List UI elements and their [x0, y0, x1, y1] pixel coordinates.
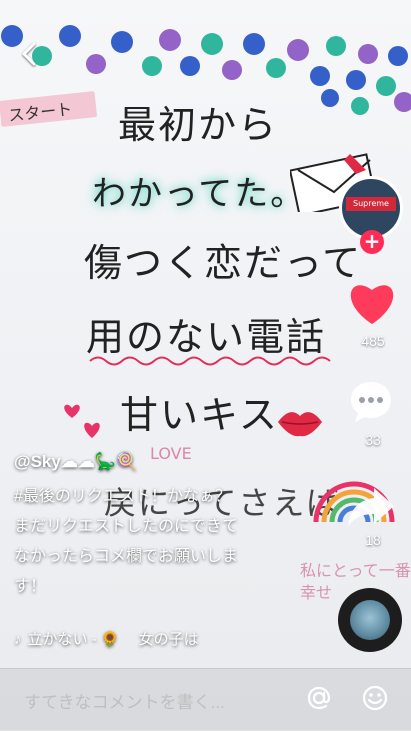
wavy-underline-decoration	[89, 356, 331, 366]
caption-line-3: なかったらコメ欄でお願いしま	[14, 548, 239, 565]
heart-icon[interactable]	[346, 280, 398, 326]
share-arrow-icon[interactable]	[346, 484, 396, 528]
mention-at-icon[interactable]	[304, 683, 334, 713]
comment-input[interactable]: すてきなコメントを書く...	[24, 688, 284, 713]
lips-drawing-icon	[278, 412, 322, 437]
comment-bubble-icon[interactable]	[347, 378, 395, 426]
caption-line-1[interactable]: #最後のリクエスト！かなぁ？	[14, 482, 314, 512]
comment-count: 33	[365, 432, 381, 448]
lyric-line-3: 傷つく恋だって	[84, 241, 363, 285]
caption-text: #最後のリクエスト！かなぁ？ まだリクエストしたのにできて なかったらコメ欄でお…	[14, 482, 314, 602]
emoji-smile-icon[interactable]	[360, 683, 390, 713]
like-count: 485	[361, 333, 385, 349]
music-disc-icon[interactable]	[338, 588, 402, 652]
caption-line-4: す！	[14, 578, 47, 595]
lyric-line-5: 甘いキス	[120, 393, 279, 437]
lyric-line-1: 最初から	[118, 103, 279, 147]
share-count: 18	[365, 532, 381, 548]
avatar-label: Supreme	[346, 197, 396, 211]
caption-line-2: まだリクエストしたのにできて	[14, 518, 239, 535]
music-note-icon: ♪	[14, 631, 22, 648]
back-arrow-icon[interactable]	[16, 40, 44, 68]
username-link[interactable]: @Sky☁☁🦕🍭	[14, 452, 314, 472]
follow-plus-button[interactable]: +	[360, 230, 384, 254]
lyric-line-2: わかってた。	[92, 174, 307, 214]
music-track[interactable]: ♪ 立かない - 🌻 女の子は	[14, 628, 199, 649]
video-caption: @Sky☁☁🦕🍭 #最後のリクエスト！かなぁ？ まだリクエストしたのにできて な…	[14, 452, 314, 602]
music-title: 立かない - 🌻 女の子は	[27, 631, 199, 648]
hearts-drawing-icon	[64, 404, 100, 438]
